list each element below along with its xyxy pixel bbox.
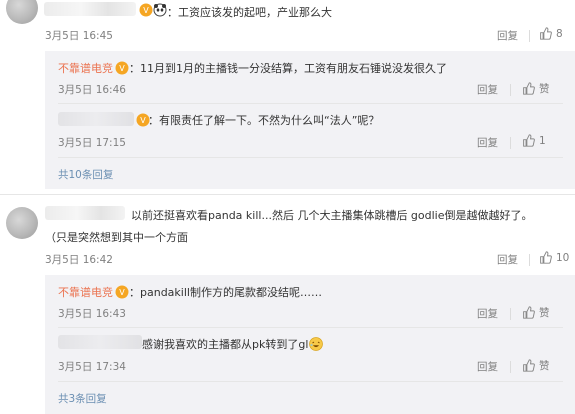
thumbs-up-icon — [523, 359, 535, 372]
divider — [510, 84, 511, 96]
reply-list: 不靠谱电竞 V ：pandakill制作方的尾款都没结呢…… 3月5日 16:43 … — [45, 275, 575, 414]
reply-divider — [58, 103, 563, 104]
divider — [529, 254, 530, 266]
reply-divider — [58, 157, 563, 158]
reply-text: ：有限责任了解一下。不然为什么叫“法人”呢？ — [148, 114, 380, 127]
svg-text:V: V — [143, 6, 149, 15]
svg-text:V: V — [119, 64, 125, 73]
thumbs-up-icon — [540, 27, 552, 40]
reply-button[interactable]: 回复 — [477, 82, 498, 97]
like-button[interactable]: 赞 — [522, 358, 550, 373]
reply-button[interactable]: 回复 — [477, 135, 498, 150]
comment-text: ：工资应该发的起吧，产业那么大 — [167, 6, 332, 19]
like-count: 8 — [556, 27, 563, 40]
divider — [510, 137, 511, 149]
vip-badge-icon: V — [115, 61, 129, 75]
reply-button[interactable]: 回复 — [477, 306, 498, 321]
like-button[interactable]: 赞 — [522, 305, 550, 320]
commenter-name-blurred[interactable] — [44, 2, 136, 16]
panda-emoji-icon — [153, 3, 167, 17]
thumbs-up-icon — [540, 251, 552, 264]
reply-username[interactable]: 不靠谱电竞 — [58, 286, 113, 299]
reply-time: 3月5日 16:43 — [58, 308, 126, 320]
thumbs-up-icon — [523, 306, 535, 319]
like-label: 赞 — [539, 360, 550, 372]
comment-time: 3月5日 16:42 — [45, 254, 113, 266]
thumbs-up-icon — [523, 134, 535, 147]
thumbs-up-icon — [523, 82, 535, 95]
reply-time: 3月5日 17:34 — [58, 361, 126, 373]
svg-text:V: V — [140, 116, 146, 125]
comment-1: V ：工资应该发的起吧，产业那么大 3月5日 16:45 回复 8 不靠谱电竞 V… — [0, 0, 575, 195]
like-label: 赞 — [539, 83, 550, 95]
reply-text: 不靠谱电竞 V ：11月到1月的主播钱一分没结算，工资有朋友石锤说没发很久了 — [58, 61, 447, 75]
reply-username-blurred[interactable] — [58, 112, 134, 126]
like-count: 1 — [539, 134, 546, 147]
reply-time: 3月5日 16:46 — [58, 84, 126, 96]
svg-text:V: V — [119, 288, 125, 297]
divider — [510, 308, 511, 320]
reply-divider — [58, 327, 563, 328]
like-label: 赞 — [539, 307, 550, 319]
comment-time: 3月5日 16:45 — [45, 30, 113, 42]
divider — [529, 30, 530, 42]
like-button[interactable]: 10 — [539, 251, 569, 264]
like-count: 10 — [556, 251, 570, 264]
reply-text: 感谢我喜欢的主播都从pk转到了gl — [142, 336, 324, 352]
vip-badge-icon: V — [115, 285, 129, 299]
avatar[interactable] — [6, 207, 38, 239]
divider — [510, 361, 511, 373]
commenter-name-blurred[interactable] — [45, 206, 125, 220]
comment-text: 以前还挺喜欢看panda kill...然后 几个大主播集体跳槽后 godlie… — [131, 209, 533, 222]
more-replies-link[interactable]: 共10条回复 — [58, 167, 113, 182]
laughing-emoji-icon — [309, 337, 324, 351]
reply-username[interactable]: 不靠谱电竞 — [58, 62, 113, 75]
like-button[interactable]: 1 — [522, 134, 546, 147]
comment-2: 以前还挺喜欢看panda kill...然后 几个大主播集体跳槽后 godlie… — [0, 195, 575, 414]
reply-divider — [58, 381, 563, 382]
reply-list: 不靠谱电竞 V ：11月到1月的主播钱一分没结算，工资有朋友石锤说没发很久了 3月5… — [45, 51, 575, 189]
avatar[interactable] — [6, 0, 38, 24]
reply-button[interactable]: 回复 — [497, 252, 518, 267]
reply-username-blurred[interactable] — [58, 335, 142, 349]
like-button[interactable]: 8 — [539, 27, 563, 40]
like-button[interactable]: 赞 — [522, 81, 550, 96]
reply-button[interactable]: 回复 — [497, 28, 518, 43]
reply-time: 3月5日 17:15 — [58, 137, 126, 149]
reply-button[interactable]: 回复 — [477, 359, 498, 374]
reply-text: 不靠谱电竞 V ：pandakill制作方的尾款都没结呢…… — [58, 285, 322, 299]
vip-badge-icon: V — [137, 3, 153, 17]
more-replies-link[interactable]: 共3条回复 — [58, 391, 107, 406]
comment-text-line2: （只是突然想到其中一个方面 — [45, 231, 188, 244]
